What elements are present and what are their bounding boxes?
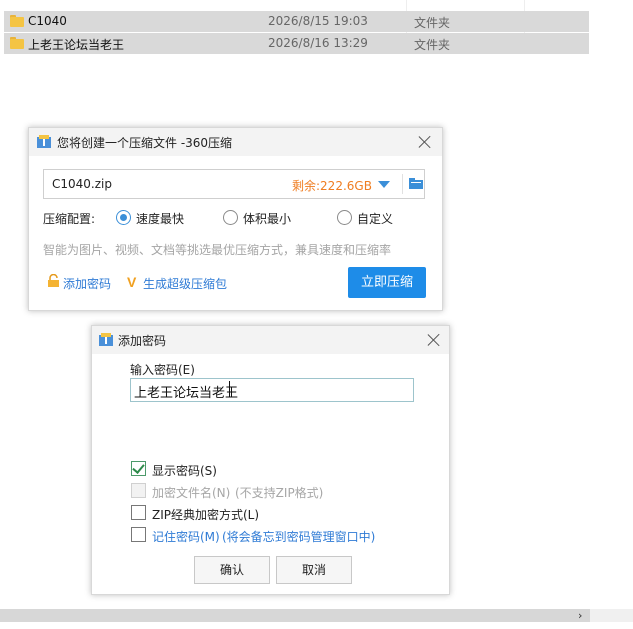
cancel-button[interactable]: 取消 xyxy=(276,556,352,584)
radio-fastest[interactable] xyxy=(116,210,131,225)
folder-icon xyxy=(10,37,24,49)
compress-dialog: 您将创建一个压缩文件 -360压缩 C1040.zip 剩余:222.6GB 压… xyxy=(28,127,443,311)
dropdown-arrow-icon[interactable] xyxy=(378,181,390,188)
file-type: 文件夹 xyxy=(414,38,451,52)
field-divider xyxy=(402,174,403,194)
archive-filename[interactable]: C1040.zip xyxy=(52,177,112,191)
file-date: 2026/8/16 13:29 xyxy=(268,36,368,50)
file-row-c1040[interactable]: C1040 2026/8/15 19:03 文件夹 xyxy=(4,11,589,32)
close-icon[interactable] xyxy=(418,135,432,149)
super-pack-link[interactable]: 生成超级压缩包 xyxy=(143,275,227,292)
remember-password-label[interactable]: 记住密码(M) xyxy=(152,528,220,545)
radio-custom[interactable] xyxy=(337,210,352,225)
zip-classic-encryption-checkbox[interactable] xyxy=(131,505,146,520)
horizontal-scrollbar[interactable] xyxy=(0,609,590,622)
close-icon[interactable] xyxy=(427,333,441,347)
file-name: C1040 xyxy=(28,14,67,28)
compress-dialog-titlebar[interactable]: 您将创建一个压缩文件 -360压缩 xyxy=(29,128,442,156)
option-custom-label[interactable]: 自定义 xyxy=(357,210,393,227)
browse-folder-icon[interactable] xyxy=(409,178,423,189)
compress-hint: 智能为图片、视频、文档等挑选最优压缩方式，兼具速度和压缩率 xyxy=(43,243,392,257)
remember-password-note: (将会备忘到密码管理窗口中) xyxy=(222,530,376,544)
radio-smallest[interactable] xyxy=(223,210,238,225)
file-date: 2026/8/15 19:03 xyxy=(268,14,368,28)
compress-now-button[interactable]: 立即压缩 xyxy=(348,267,426,298)
archive-filename-field[interactable]: C1040.zip 剩余:222.6GB xyxy=(43,169,425,199)
option-smallest-label[interactable]: 体积最小 xyxy=(243,210,291,227)
password-dialog-titlebar[interactable]: 添加密码 xyxy=(92,326,449,354)
super-pack-v-icon: V xyxy=(127,274,137,290)
password-input-label: 输入密码(E) xyxy=(130,363,195,377)
scrollbar-track-end xyxy=(590,609,633,622)
archive-app-icon xyxy=(99,333,113,346)
encrypt-filename-checkbox xyxy=(131,483,146,498)
compress-dialog-title: 您将创建一个压缩文件 -360压缩 xyxy=(57,136,233,150)
encrypt-filename-label: 加密文件名(N) xyxy=(152,486,231,500)
password-dialog-title: 添加密码 xyxy=(118,334,167,348)
password-value[interactable]: 上老王论坛当老王 xyxy=(134,382,238,401)
archive-app-icon xyxy=(37,135,51,148)
free-space-label: 剩余:222.6GB xyxy=(292,179,372,193)
option-fastest-label[interactable]: 速度最快 xyxy=(136,210,184,227)
add-password-dialog: 添加密码 输入密码(E) 上老王论坛当老王 显示密码(S) 加密文件名(N) (… xyxy=(91,325,450,595)
file-name: 上老王论坛当老王 xyxy=(28,38,125,52)
folder-icon xyxy=(10,15,24,27)
add-password-link[interactable]: 添加密码 xyxy=(63,275,111,292)
show-password-label[interactable]: 显示密码(S) xyxy=(152,462,217,479)
lock-icon xyxy=(48,274,59,287)
zip-classic-encryption-label[interactable]: ZIP经典加密方式(L) xyxy=(152,506,259,523)
file-type: 文件夹 xyxy=(414,16,451,30)
text-caret xyxy=(229,381,230,397)
compress-config-label: 压缩配置: xyxy=(43,212,96,226)
scroll-right-icon[interactable]: › xyxy=(578,609,582,622)
password-input[interactable]: 上老王论坛当老王 xyxy=(130,378,414,402)
file-row-laowang[interactable]: 上老王论坛当老王 2026/8/16 13:29 文件夹 xyxy=(4,33,589,54)
confirm-button[interactable]: 确认 xyxy=(194,556,270,584)
show-password-checkbox[interactable] xyxy=(131,461,146,476)
encrypt-filename-note: (不支持ZIP格式) xyxy=(235,486,324,500)
remember-password-checkbox[interactable] xyxy=(131,527,146,542)
